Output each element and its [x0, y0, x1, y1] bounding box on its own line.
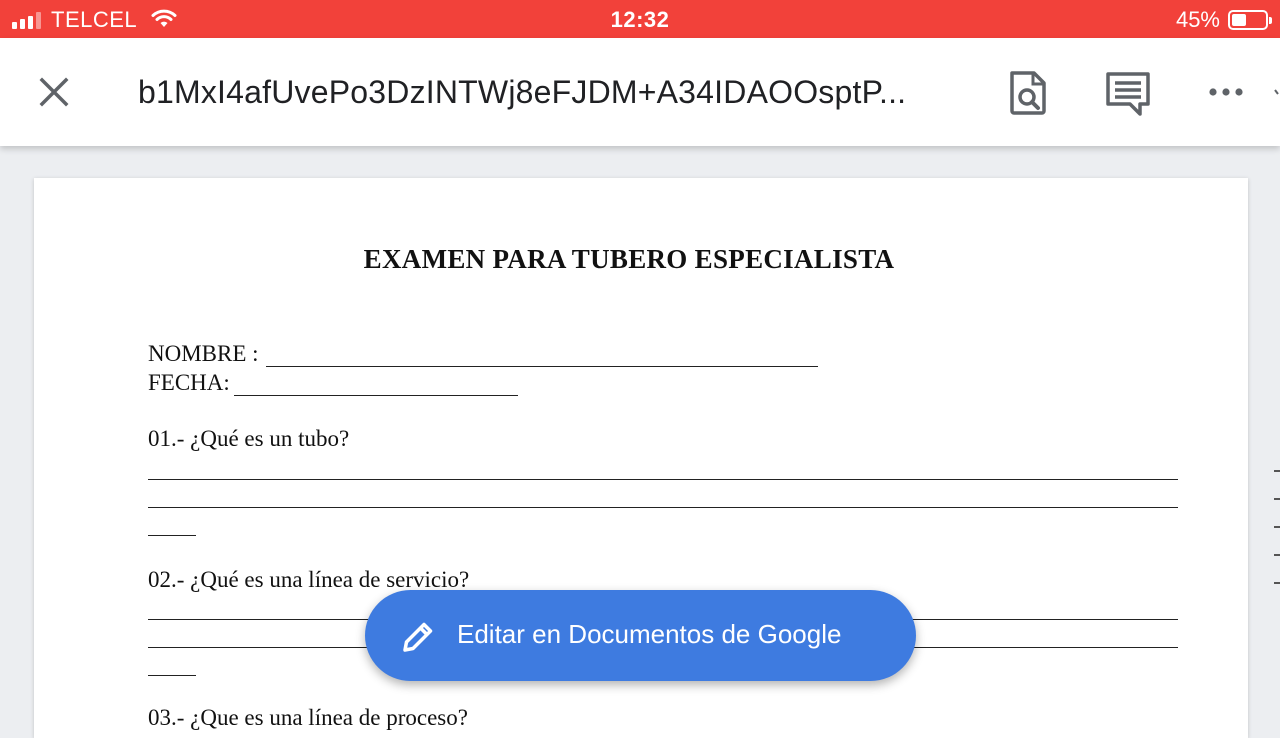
edge-chevron-icon	[1274, 89, 1279, 95]
comment-icon[interactable]	[1104, 70, 1152, 116]
nombre-label: NOMBRE :	[148, 341, 259, 366]
question-1: 01.- ¿Qué es un tubo?	[148, 426, 350, 451]
answer-line	[148, 507, 1178, 508]
close-icon[interactable]	[36, 74, 72, 110]
more-options-icon[interactable]	[1208, 82, 1244, 102]
question-3: 03.- ¿Que es una línea de proceso?	[148, 705, 468, 730]
edit-button-label: Editar en Documentos de Google	[457, 619, 842, 649]
status-right: 45%	[1175, 7, 1272, 33]
battery-fill	[1232, 14, 1247, 26]
battery-icon	[1228, 10, 1272, 30]
status-time: 12:32	[610, 7, 670, 32]
status-bar: TELCEL 12:32 45%	[0, 0, 1280, 38]
fecha-label: FECHA:	[148, 370, 230, 395]
app-bar: b1MxI4afUvePo3DzINTWj8eFJDM+A34IDAOOsptP…	[0, 38, 1280, 146]
scroll-indicator	[1274, 470, 1280, 610]
answer-line	[148, 535, 196, 536]
battery-percent: 45%	[1175, 7, 1220, 32]
document-heading: EXAMEN PARA TUBERO ESPECIALISTA	[363, 244, 895, 274]
fecha-answer-line	[234, 395, 518, 396]
pencil-icon	[403, 622, 433, 652]
answer-line	[148, 479, 1178, 480]
find-in-page-icon[interactable]	[1006, 70, 1050, 116]
edit-in-google-docs-button[interactable]: Editar en Documentos de Google	[365, 590, 916, 681]
nombre-answer-line	[266, 366, 818, 367]
document-title: b1MxI4afUvePo3DzINTWj8eFJDM+A34IDAOOsptP…	[138, 74, 907, 110]
answer-line	[148, 675, 196, 676]
